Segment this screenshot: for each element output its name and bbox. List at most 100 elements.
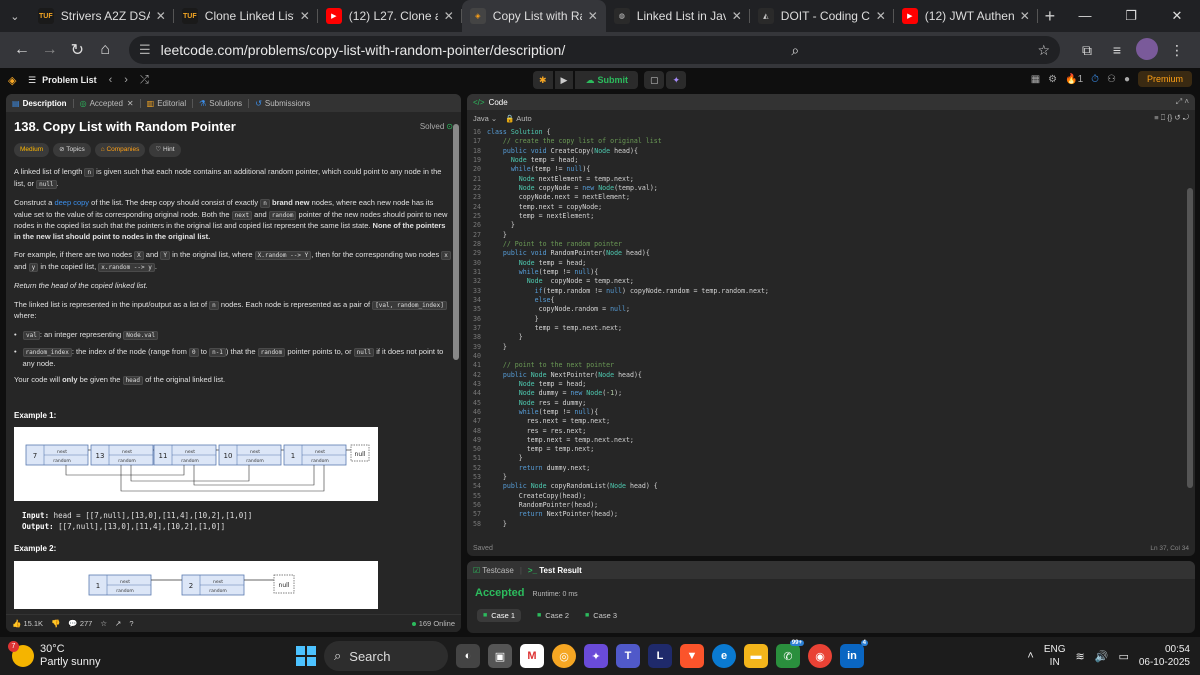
url-bar[interactable]: ☰ leetcode.com/problems/copy-list-with-r… — [128, 36, 1061, 64]
streak-counter[interactable]: 🔥1 — [1065, 74, 1083, 85]
dislike-icon[interactable]: 👎 — [51, 619, 60, 628]
description-scrollbar[interactable] — [453, 116, 459, 616]
brave-icon[interactable]: ▼ — [680, 644, 704, 668]
close-tab-icon[interactable]: ✕ — [156, 9, 166, 23]
teams-icon[interactable]: T — [616, 644, 640, 668]
edge-icon[interactable]: e — [712, 644, 736, 668]
ai-assist-icon[interactable]: ✦ — [666, 71, 687, 89]
close-tab-icon[interactable]: ✕ — [444, 9, 454, 23]
settings-gear-icon[interactable]: ⚙ — [1048, 74, 1057, 85]
panel-expand-icons[interactable]: ⤢ ˄ — [1176, 97, 1189, 107]
close-tab-icon[interactable]: ✕ — [1020, 9, 1030, 23]
volume-icon[interactable]: 🔊 — [1095, 650, 1109, 663]
tab-solutions[interactable]: ⚗ Solutions — [199, 99, 242, 108]
browser-tab-3[interactable]: ◈ Copy List with Rando ✕ — [461, 0, 606, 32]
tab-accepted[interactable]: ◎ Accepted ✕ — [80, 99, 134, 108]
copilot-icon[interactable]: ✦ — [584, 644, 608, 668]
extensions-icon[interactable]: ⧉ — [1072, 42, 1102, 59]
prev-problem-icon[interactable]: ‹ — [109, 74, 113, 86]
taskbar-search[interactable]: ⌕ Search — [324, 641, 448, 671]
site-info-icon[interactable]: ☰ — [139, 42, 151, 58]
clock[interactable]: 00:54 06-10-2025 — [1139, 643, 1190, 669]
run-button[interactable]: ▶ — [554, 71, 574, 89]
reload-icon[interactable]: ↻ — [63, 40, 91, 60]
url-text: leetcode.com/problems/copy-list-with-ran… — [160, 42, 566, 58]
close-tab-icon[interactable]: ✕ — [300, 9, 310, 23]
home-icon[interactable]: ⌂ — [91, 41, 119, 59]
tab-editorial[interactable]: ▥ Editorial — [147, 99, 186, 108]
timer-icon[interactable]: ⏱ — [1091, 74, 1099, 85]
new-tab-button[interactable]: + — [1038, 0, 1062, 32]
profile-avatar[interactable] — [1132, 37, 1162, 63]
user-avatar[interactable]: ● — [1124, 74, 1130, 85]
close-tab-icon[interactable]: ✕ — [732, 9, 742, 23]
notes-icon[interactable]: ▢ — [643, 71, 665, 89]
shuffle-icon[interactable]: ⤮ — [140, 74, 149, 87]
code-editor[interactable]: 16 class Solution {17 // create the copy … — [467, 128, 1195, 529]
language-indicator[interactable]: ENG IN — [1044, 643, 1066, 669]
browser-tab-0[interactable]: TUF Strivers A2Z DSA Cou ✕ — [30, 0, 174, 32]
weather-widget[interactable]: 7 30°C Partly sunny — [8, 641, 101, 669]
tab-description[interactable]: ▤ Description — [12, 99, 67, 108]
browser-tab-5[interactable]: ◭ DOIT - Coding Club ✕ — [750, 0, 894, 32]
leetcode-logo-icon[interactable]: ◈ — [8, 74, 28, 87]
case-2-tab[interactable]: ■ Case 2 — [537, 609, 569, 622]
favorite-star-icon[interactable]: ☆ — [100, 619, 107, 628]
browser-tab-1[interactable]: TUF Clone Linked List wit ✕ — [174, 0, 318, 32]
auto-mode[interactable]: 🔒 Auto — [505, 114, 531, 123]
restore-icon[interactable]: ❐ — [1108, 0, 1154, 32]
widgets-icon[interactable]: ◐ — [456, 644, 480, 668]
layout-icon[interactable]: ▦ — [1031, 74, 1040, 85]
tab-submissions[interactable]: ↺ Submissions — [255, 99, 310, 108]
tab-search-icon[interactable]: ⌄ — [0, 0, 30, 32]
deep-copy-link[interactable]: deep copy — [54, 198, 89, 207]
share-icon[interactable]: ↗ — [115, 619, 121, 628]
minimize-icon[interactable]: — — [1062, 0, 1108, 32]
close-tab-icon[interactable]: ✕ — [127, 99, 134, 108]
comments-button[interactable]: 💬 277 — [68, 619, 92, 628]
close-tab-icon[interactable]: ✕ — [876, 9, 886, 23]
reading-list-icon[interactable]: ≡ — [1102, 42, 1132, 58]
windows-start-icon[interactable] — [296, 646, 316, 666]
debug-button[interactable]: ✱ — [533, 71, 553, 89]
tab-test-result[interactable]: >_ Test Result — [528, 566, 582, 575]
battery-icon[interactable]: ▭ — [1118, 650, 1128, 663]
linkedin-icon[interactable]: in 4 — [840, 640, 868, 668]
editor-tool-icons[interactable]: ≡ ⎕ {} ↺ ⤾ — [1154, 113, 1189, 123]
chrome-icon[interactable]: ◉ — [808, 644, 832, 668]
hint-chip[interactable]: ♡ Hint — [149, 142, 181, 157]
tab-testcase[interactable]: ☑ Testcase — [473, 566, 514, 575]
difficulty-badge[interactable]: Medium — [14, 142, 50, 157]
premium-button[interactable]: Premium — [1137, 71, 1192, 87]
app-l-icon[interactable]: L — [648, 644, 672, 668]
gmail-icon[interactable]: M — [520, 644, 544, 668]
topics-chip[interactable]: ⊘ Topics — [53, 142, 91, 157]
zoom-icon[interactable]: ⌕ — [791, 42, 799, 59]
case-3-tab[interactable]: ■ Case 3 — [585, 609, 617, 622]
case-1-tab[interactable]: ■ Case 1 — [477, 609, 521, 622]
help-icon[interactable]: ? — [129, 619, 133, 628]
close-tab-icon[interactable]: ✕ — [588, 9, 598, 23]
browser-tab-6[interactable]: ▶ (12) JWT Authenticat ✕ — [894, 0, 1038, 32]
forward-icon[interactable]: → — [36, 41, 64, 59]
submit-button[interactable]: ☁ Submit — [575, 71, 638, 89]
whatsapp-icon[interactable]: ✆ 99+ — [776, 640, 804, 668]
tray-chevron-icon[interactable]: ˄ — [1027, 650, 1033, 662]
bookmark-star-icon[interactable]: ☆ — [1037, 42, 1050, 59]
close-window-icon[interactable]: ✕ — [1154, 0, 1200, 32]
code-scrollbar[interactable] — [1187, 128, 1193, 538]
wifi-icon[interactable]: ≋ — [1076, 650, 1085, 663]
next-problem-icon[interactable]: › — [124, 74, 128, 86]
companies-chip[interactable]: ⌂ Companies — [94, 142, 146, 157]
file-explorer-icon[interactable]: ▬ — [744, 644, 768, 668]
back-icon[interactable]: ← — [8, 41, 36, 59]
problem-list-nav[interactable]: ☰ Problem List ‹ › ⤮ — [28, 74, 149, 87]
browser-tab-2[interactable]: ▶ (12) L27. Clone a Link ✕ — [318, 0, 462, 32]
chrome-alt-icon[interactable]: ◎ — [552, 644, 576, 668]
like-button[interactable]: 👍 15.1K — [12, 619, 43, 628]
language-select[interactable]: Java ⌄ — [473, 114, 497, 123]
browser-tab-4[interactable]: ◍ Linked List in Java ✕ — [606, 0, 750, 32]
task-view-icon[interactable]: ▣ — [488, 644, 512, 668]
add-friend-icon[interactable]: ⚇ — [1107, 74, 1116, 85]
menu-kebab-icon[interactable]: ⋮ — [1162, 42, 1192, 59]
